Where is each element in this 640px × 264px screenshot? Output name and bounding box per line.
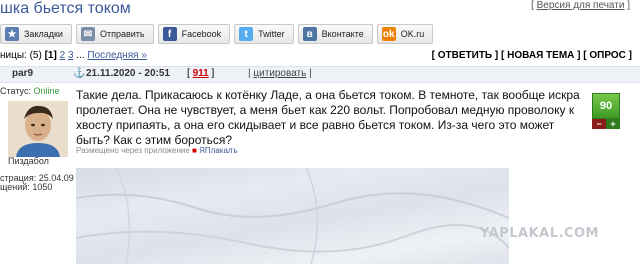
facebook-button[interactable]: f Facebook [157, 24, 231, 44]
okru-button[interactable]: ok OK.ru [376, 24, 434, 44]
share-bar: ★ Закладки ✉ Отправить f Facebook t Twitter … [0, 24, 434, 46]
post-number-link[interactable]: 911 [193, 68, 209, 79]
odnoklassniki-icon: ok [381, 27, 396, 41]
facebook-icon: f [162, 27, 177, 41]
page-link-3[interactable]: 3 [68, 50, 74, 61]
site-watermark: YAPLAKAL.COM [480, 226, 599, 241]
vkontakte-label: Вконтакте [321, 29, 364, 39]
topic-actions: [ ОТВЕТИТЬ ] [ НОВАЯ ТЕМА ] [ ОПРОС ] [431, 50, 632, 61]
twitter-label: Twitter [258, 29, 285, 39]
message-count: щений: 1050 [0, 182, 53, 192]
print-version-link-wrap: [ Версия для печати ] [531, 0, 630, 11]
pagination-ellipsis: ... [76, 50, 85, 61]
author-meta: страция: 25.04.09 щений: 1050 [0, 174, 74, 192]
vkontakte-icon: в [302, 27, 317, 41]
avatar[interactable] [8, 101, 68, 157]
bookmarks-button[interactable]: ★ Закладки [0, 24, 72, 44]
quote-button[interactable]: цитировать [253, 68, 306, 79]
last-page-link[interactable]: Последняя » [87, 50, 146, 61]
pagination: ницы: (5) [1] 2 3 ... Последняя » [0, 50, 147, 61]
reply-button[interactable]: ОТВЕТИТЬ [438, 50, 492, 61]
bookmarks-label: Закладки [24, 29, 63, 39]
vote-plus-button[interactable]: + [606, 119, 620, 129]
post-date: 21.11.2020 - 20:51 [86, 68, 170, 79]
avatar-caption: Пиздабол [8, 156, 49, 166]
avatar-portrait-icon [8, 101, 68, 157]
send-label: Отправить [99, 29, 145, 39]
send-button[interactable]: ✉ Отправить [75, 24, 154, 44]
quote-wrap: | цитировать | [248, 68, 312, 79]
app-link[interactable]: ЯПлакалъ [199, 146, 237, 155]
post-rating: 90 − + [592, 93, 620, 129]
bookmarks-icon: ★ [5, 27, 19, 41]
pager-row: ницы: (5) [1] 2 3 ... Последняя » [ ОТВЕ… [0, 50, 640, 64]
post-body: Такие дела. Прикасаюсь к котёнку Ладе, а… [76, 88, 580, 147]
post-image[interactable] [76, 168, 509, 264]
facebook-label: Facebook [181, 29, 222, 39]
fabric-texture-icon [76, 168, 509, 264]
rating-votes: − + [592, 119, 620, 129]
okru-label: OK.ru [400, 29, 425, 39]
post-header: par9 ⚓ 21.11.2020 - 20:51 [ 911 ] | цити… [0, 66, 640, 83]
author-sidebar: Статус: Online Пиздабол страция: 25.04.0… [0, 86, 74, 192]
status-online: Online [33, 86, 60, 96]
author-status: Статус: Online [0, 86, 68, 96]
twitter-icon: t [239, 27, 254, 41]
topic-title: шка бьется током [0, 0, 131, 17]
post-author[interactable]: par9 [12, 68, 33, 79]
post-number: [ 911 ] [187, 68, 215, 79]
pagination-prefix: ницы: (5) [0, 50, 42, 61]
placed-via: Размещено через приложение ■ ЯПлакалъ [76, 146, 238, 155]
placed-via-label: Размещено через приложение [76, 146, 190, 155]
rating-score: 90 [592, 93, 620, 119]
vote-minus-button[interactable]: − [592, 119, 606, 129]
anchor-icon[interactable]: ⚓ [73, 68, 85, 79]
current-page: [1] [44, 50, 57, 61]
new-topic-button[interactable]: НОВАЯ ТЕМА [507, 50, 574, 61]
send-email-icon: ✉ [80, 27, 95, 41]
status-label: Статус: [0, 86, 31, 96]
twitter-button[interactable]: t Twitter [234, 24, 294, 44]
poll-button[interactable]: ОПРОС [589, 50, 626, 61]
app-logo-icon: ■ [192, 146, 197, 155]
vkontakte-button[interactable]: в Вконтакте [297, 24, 373, 44]
print-version-link[interactable]: Версия для печати [537, 0, 625, 11]
page-link-2[interactable]: 2 [60, 50, 66, 61]
